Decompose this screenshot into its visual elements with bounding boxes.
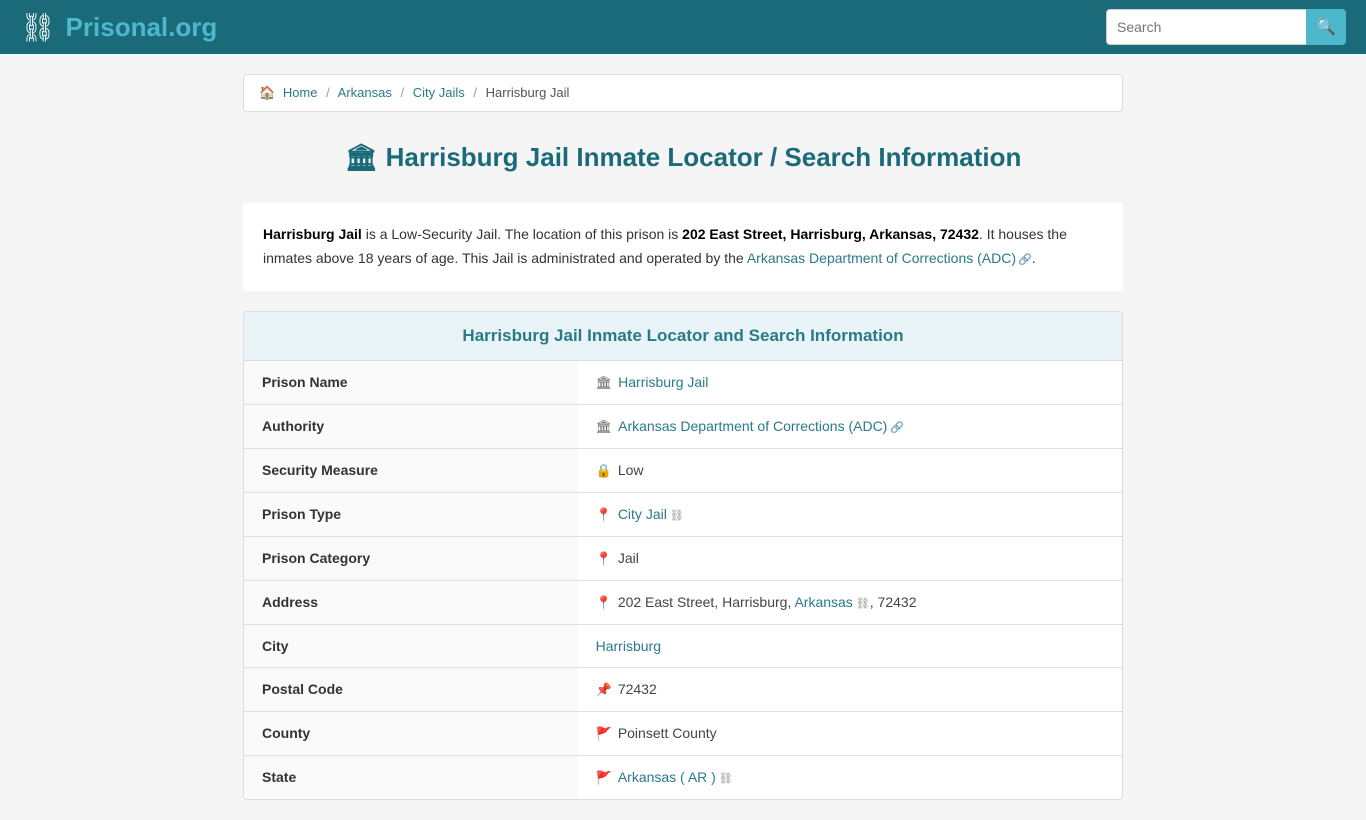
- row-value: 🏛 Arkansas Department of Corrections (ADC…: [578, 404, 1122, 448]
- breadcrumb-current: Harrisburg Jail: [486, 85, 570, 100]
- breadcrumb-arkansas[interactable]: Arkansas: [338, 85, 392, 100]
- row-icon: 📌: [596, 682, 612, 697]
- search-area: 🔍: [1106, 9, 1346, 45]
- row-label: Authority: [244, 404, 578, 448]
- row-icon: 🚩: [596, 770, 612, 785]
- site-header: ⛓ Prisonal.org 🔍: [0, 0, 1366, 54]
- address-state-link[interactable]: Arkansas: [794, 594, 852, 610]
- table-row: Security Measure🔒Low: [244, 448, 1122, 492]
- breadcrumb-city-jails[interactable]: City Jails: [413, 85, 465, 100]
- chain-icon: ⛓: [719, 773, 733, 785]
- page-title-section: 🏛Harrisburg Jail Inmate Locator / Search…: [243, 132, 1123, 183]
- main-content: 🏠 Home / Arkansas / City Jails / Harrisb…: [233, 74, 1133, 800]
- row-icon: 🚩: [596, 726, 612, 741]
- info-table: Prison Name 🏛 Harrisburg Jail Authority 🏛 Ark…: [244, 361, 1122, 799]
- table-row: Prison Category📍Jail: [244, 536, 1122, 580]
- chain-icon: ⛓: [670, 510, 684, 522]
- address-bold: 202 East Street, Harrisburg, Arkansas, 7…: [682, 226, 979, 242]
- home-icon: 🏠: [259, 85, 275, 100]
- page-title: 🏛Harrisburg Jail Inmate Locator / Search…: [243, 142, 1123, 173]
- table-row: County🚩Poinsett County: [244, 711, 1122, 755]
- logo-link[interactable]: ⛓ Prisonal.org: [20, 11, 217, 44]
- row-icon: 🏛: [596, 419, 613, 434]
- row-label: Postal Code: [244, 667, 578, 711]
- adc-link[interactable]: Arkansas Department of Corrections (ADC): [747, 250, 1016, 266]
- row-label: County: [244, 711, 578, 755]
- row-icon: 📍: [596, 551, 612, 566]
- table-row: Address📍202 East Street, Harrisburg, Ark…: [244, 580, 1122, 624]
- row-label: Address: [244, 580, 578, 624]
- ext-icon: 🔗: [1018, 254, 1032, 266]
- row-value: 📍 City Jail⛓: [578, 492, 1122, 536]
- row-icon: 🏛: [596, 375, 613, 390]
- search-button[interactable]: 🔍: [1306, 9, 1346, 45]
- breadcrumb: 🏠 Home / Arkansas / City Jails / Harrisb…: [243, 74, 1123, 112]
- row-icon: 📍: [596, 507, 612, 522]
- table-row: Prison Name 🏛 Harrisburg Jail: [244, 361, 1122, 405]
- row-label: Prison Name: [244, 361, 578, 405]
- description-section: Harrisburg Jail is a Low-Security Jail. …: [243, 203, 1123, 291]
- cell-link[interactable]: Arkansas ( AR ): [618, 769, 716, 785]
- table-row: State 🚩 Arkansas ( AR )⛓: [244, 755, 1122, 799]
- row-value: 🚩Poinsett County: [578, 711, 1122, 755]
- table-row: Postal Code📌72432: [244, 667, 1122, 711]
- cell-link[interactable]: Harrisburg: [596, 638, 661, 654]
- jail-name-bold: Harrisburg Jail: [263, 226, 362, 242]
- row-value: 📌72432: [578, 667, 1122, 711]
- row-label: State: [244, 755, 578, 799]
- row-label: Prison Category: [244, 536, 578, 580]
- cell-link[interactable]: City Jail: [618, 506, 667, 522]
- title-icon: 🏛: [345, 142, 378, 172]
- chain-icon: ⛓: [856, 598, 870, 610]
- info-section: Harrisburg Jail Inmate Locator and Searc…: [243, 311, 1123, 800]
- logo-text: Prisonal.org: [66, 12, 218, 43]
- logo-main: Prisonal: [66, 12, 169, 42]
- row-value: 📍202 East Street, Harrisburg, Arkansas⛓,…: [578, 580, 1122, 624]
- logo-icon: ⛓: [20, 11, 56, 44]
- row-value: Harrisburg: [578, 624, 1122, 667]
- cell-link[interactable]: Harrisburg Jail: [618, 374, 708, 390]
- row-label: City: [244, 624, 578, 667]
- breadcrumb-home[interactable]: Home: [283, 85, 318, 100]
- row-value: 🏛 Harrisburg Jail: [578, 361, 1122, 405]
- search-icon: 🔍: [1316, 17, 1336, 37]
- ext-link-icon: 🔗: [890, 422, 904, 434]
- row-value: 🔒Low: [578, 448, 1122, 492]
- table-row: Authority 🏛 Arkansas Department of Correct…: [244, 404, 1122, 448]
- logo-accent: .org: [168, 12, 217, 42]
- row-icon: 🔒: [596, 463, 612, 478]
- row-value: 🚩 Arkansas ( AR )⛓: [578, 755, 1122, 799]
- description-text: Harrisburg Jail is a Low-Security Jail. …: [263, 223, 1103, 271]
- row-icon: 📍: [596, 595, 612, 610]
- row-value: 📍Jail: [578, 536, 1122, 580]
- info-section-header: Harrisburg Jail Inmate Locator and Searc…: [244, 312, 1122, 361]
- table-row: Prison Type 📍 City Jail⛓: [244, 492, 1122, 536]
- table-row: City Harrisburg: [244, 624, 1122, 667]
- cell-link[interactable]: Arkansas Department of Corrections (ADC): [618, 418, 887, 434]
- row-label: Prison Type: [244, 492, 578, 536]
- search-input[interactable]: [1106, 9, 1306, 45]
- row-label: Security Measure: [244, 448, 578, 492]
